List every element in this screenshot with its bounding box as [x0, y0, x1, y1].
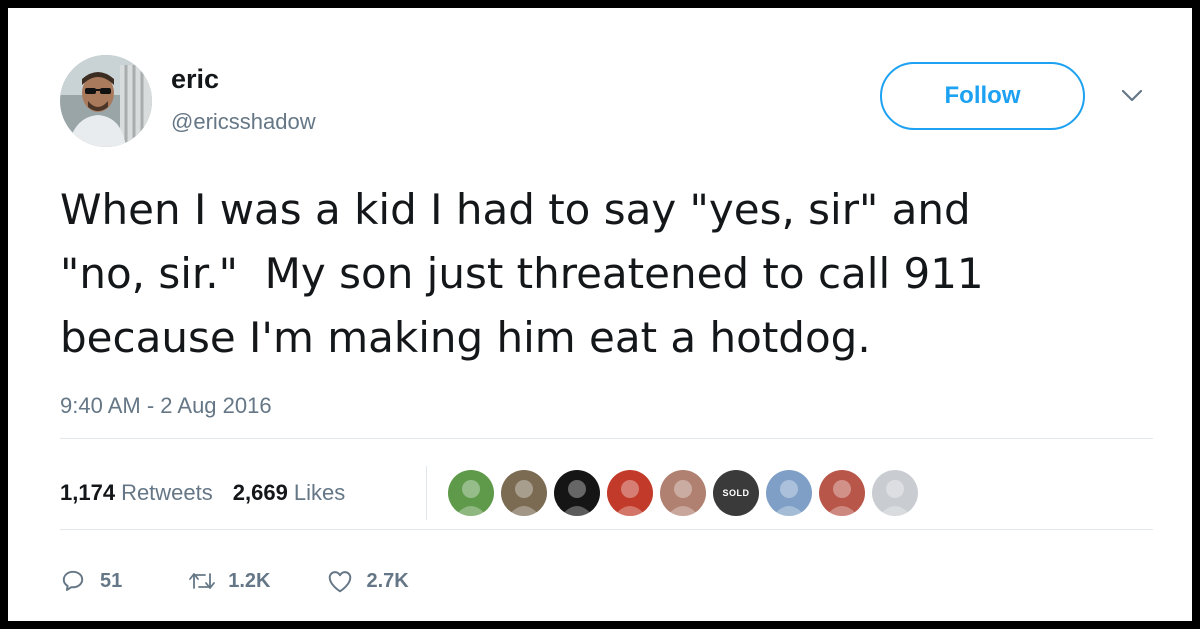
retweet-button[interactable]: 1.2K [188, 569, 271, 593]
user-name[interactable]: eric [171, 64, 219, 95]
liker-avatar-man-icon[interactable] [872, 470, 918, 516]
follow-button[interactable]: Follow [880, 62, 1085, 130]
liker-avatars: SOLD [448, 470, 918, 516]
liker-avatar-face-icon[interactable] [501, 470, 547, 516]
liker-logo-text: SOLD [722, 488, 750, 498]
tweet-text-line: because I'm making him eat a hotdog. [60, 313, 871, 362]
user-handle[interactable]: @ericsshadow [171, 109, 316, 135]
reply-count: 51 [100, 569, 123, 592]
divider [60, 529, 1153, 530]
liker-avatar-sold-logo-icon[interactable]: SOLD [713, 470, 759, 516]
liker-avatar-woman-icon[interactable] [660, 470, 706, 516]
tweet-timestamp[interactable]: 9:40 AM - 2 Aug 2016 [60, 393, 272, 419]
tweet-card: eric @ericsshadow Follow When I was a ki… [8, 8, 1192, 621]
tweet-text: When I was a kid I had to say "yes, sir"… [60, 178, 1140, 370]
retweet-count: 1.2K [228, 569, 271, 592]
liker-avatar-green-icon[interactable] [448, 470, 494, 516]
liker-avatar-dark-icon[interactable] [554, 470, 600, 516]
tweet-actions: 51 1.2K 2.7K [60, 568, 409, 594]
retweets-label: Retweets [121, 480, 213, 505]
retweet-icon [189, 573, 216, 589]
tweet-text-line: "no, sir." My son just threatened to cal… [60, 249, 984, 298]
tweet-text-line: When I was a kid I had to say "yes, sir"… [60, 185, 971, 234]
liker-avatar-blue-icon[interactable] [766, 470, 812, 516]
likes-stat[interactable]: 2,669 Likes [233, 480, 345, 506]
reply-button[interactable]: 51 [60, 568, 122, 594]
reply-icon [62, 570, 84, 591]
retweets-stat[interactable]: 1,174 Retweets [60, 480, 213, 506]
user-avatar[interactable] [60, 55, 152, 147]
chevron-down-icon[interactable] [1119, 86, 1145, 106]
divider [60, 438, 1153, 439]
person-photo-avatar-icon [60, 55, 152, 147]
likes-count: 2,669 [232, 480, 288, 505]
liker-avatar-red-icon[interactable] [607, 470, 653, 516]
retweets-count: 1,174 [60, 480, 116, 505]
heart-icon [328, 571, 351, 593]
engagement-stats: 1,174 Retweets 2,669 Likes [60, 480, 345, 506]
like-count: 2.7K [366, 569, 409, 592]
stats-separator [426, 466, 427, 520]
likes-label: Likes [293, 480, 346, 505]
liker-avatar-redhair-icon[interactable] [819, 470, 865, 516]
like-button[interactable]: 2.7K [327, 569, 409, 593]
